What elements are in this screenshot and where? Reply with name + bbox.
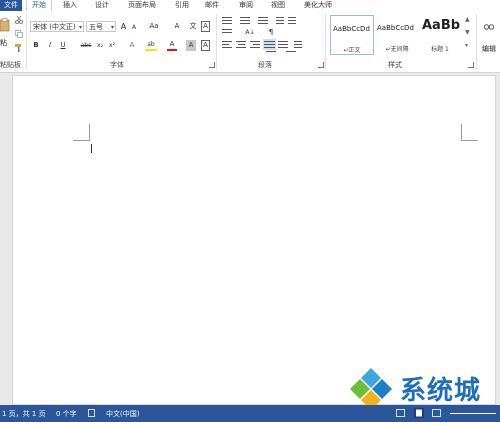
styles-group-label: 样式: [388, 61, 402, 69]
styles-dialog-launcher-icon[interactable]: [468, 62, 474, 68]
font-name-value: 宋体 (中文正): [33, 23, 76, 31]
underline-button[interactable]: U: [59, 40, 67, 51]
binoculars-icon: [484, 24, 494, 30]
style-normal[interactable]: AaBbCcDd ↵正文: [330, 15, 374, 55]
font-dialog-launcher-icon[interactable]: [209, 62, 215, 68]
watermark-text: 系统城: [400, 376, 482, 406]
justify-icon[interactable]: [263, 39, 276, 50]
sort-button[interactable]: A↓: [244, 27, 256, 38]
chevron-down-icon: ▾: [78, 24, 82, 31]
tab-view[interactable]: 视图: [266, 0, 290, 11]
tab-review[interactable]: 审阅: [234, 0, 258, 11]
phonetic-guide-button[interactable]: 文: [188, 21, 198, 32]
style-name: 标题 1: [431, 46, 449, 53]
decrease-indent-icon[interactable]: [276, 17, 284, 26]
ribbon-tab-bar: 文件 开始 插入 设计 页面布局 引用 邮件 审阅 视图 美化大师: [0, 0, 500, 11]
multilevel-list-icon[interactable]: [258, 17, 268, 26]
group-divider: [325, 14, 326, 70]
proofing-icon[interactable]: [88, 409, 96, 417]
style-heading-1[interactable]: AaBb 标题 1: [420, 15, 460, 55]
change-case-button[interactable]: Aa: [146, 21, 162, 32]
char-border-button[interactable]: A: [201, 40, 210, 51]
style-sample: AaBbCcDd: [377, 24, 414, 32]
margin-corner-mark: [73, 140, 89, 141]
align-right-icon[interactable]: [250, 41, 260, 50]
show-marks-button[interactable]: ¶: [266, 27, 276, 38]
word-count[interactable]: 0 个字: [56, 409, 77, 419]
tab-references[interactable]: 引用: [170, 0, 194, 11]
style-sample: AaBbCcDd: [333, 25, 370, 33]
margin-corner-mark: [461, 124, 462, 141]
print-layout-icon[interactable]: [414, 408, 424, 418]
style-name: ↵无间隔: [385, 46, 409, 53]
font-color-button[interactable]: A: [167, 40, 177, 51]
cut-icon[interactable]: [15, 16, 23, 24]
chevron-down-icon: ▾: [110, 24, 114, 31]
highlight-button[interactable]: ab: [145, 40, 157, 51]
format-painter-icon[interactable]: [15, 44, 23, 52]
tab-beautify[interactable]: 美化大师: [298, 0, 338, 11]
clipboard-icon: [0, 18, 10, 32]
enclose-char-button[interactable]: A: [201, 21, 210, 32]
line-spacing-icon[interactable]: [294, 41, 302, 50]
copy-icon[interactable]: [15, 30, 23, 38]
clear-format-button[interactable]: A: [172, 21, 182, 32]
group-divider: [216, 14, 217, 70]
font-size-value: 五号: [89, 23, 103, 31]
align-left-icon[interactable]: [222, 41, 232, 50]
shading-icon[interactable]: [266, 51, 276, 54]
margin-corner-mark: [89, 124, 90, 141]
tab-layout[interactable]: 页面布局: [124, 0, 160, 11]
clipboard-group-label: 粘贴板: [0, 61, 21, 69]
text-cursor: [91, 144, 92, 153]
subscript-button[interactable]: x₂: [95, 40, 105, 51]
ribbon-home: 粘 粘贴板 宋体 (中文正) ▾ 五号 ▾ A A Aa A 文 A B I U a…: [0, 11, 500, 73]
paste-label: 粘: [0, 39, 7, 47]
font-group-label: 字体: [110, 61, 124, 69]
margin-corner-mark: [462, 140, 478, 141]
styles-more-icon[interactable]: ▾: [465, 42, 471, 52]
paragraph-dialog-launcher-icon[interactable]: [318, 62, 324, 68]
group-divider: [476, 14, 477, 70]
bold-button[interactable]: B: [32, 40, 40, 51]
style-name: ↵正文: [343, 47, 361, 54]
web-layout-icon[interactable]: [432, 409, 441, 417]
grow-font-button[interactable]: A: [119, 21, 128, 32]
borders-icon[interactable]: [286, 51, 296, 54]
strikethrough-button[interactable]: abc: [79, 40, 93, 51]
tab-home[interactable]: 开始: [26, 0, 52, 11]
editing-button[interactable]: 编辑: [478, 15, 500, 55]
editing-label: 编辑: [482, 45, 496, 53]
font-size-select[interactable]: 五号 ▾: [86, 21, 116, 32]
chinese-layout-icon[interactable]: [222, 29, 232, 35]
tab-insert[interactable]: 插入: [58, 0, 82, 11]
group-divider: [26, 14, 27, 70]
tab-design[interactable]: 设计: [90, 0, 114, 11]
zoom-slider[interactable]: [450, 413, 496, 414]
status-bar: 1 页，共 1 页 0 个字 中文(中国): [0, 405, 500, 422]
tab-file[interactable]: 文件: [0, 0, 22, 11]
shrink-font-button[interactable]: A: [130, 22, 138, 33]
italic-button[interactable]: I: [46, 40, 54, 51]
paragraph-group-label: 段落: [258, 61, 272, 69]
bullets-icon[interactable]: [222, 17, 232, 26]
text-effects-button[interactable]: A: [127, 40, 137, 51]
char-shading-button[interactable]: A: [186, 40, 196, 51]
styles-scroll-down-icon[interactable]: ▼: [465, 29, 471, 39]
page-count[interactable]: 1 页，共 1 页: [2, 409, 46, 419]
paste-button[interactable]: 粘: [0, 14, 10, 54]
style-no-spacing[interactable]: AaBbCcDd ↵无间隔: [375, 15, 419, 55]
align-center-icon[interactable]: [236, 41, 246, 50]
tab-mailings[interactable]: 邮件: [200, 0, 224, 11]
language-indicator[interactable]: 中文(中国): [106, 409, 139, 419]
numbering-icon[interactable]: [240, 17, 250, 26]
superscript-button[interactable]: x²: [107, 40, 117, 51]
style-sample: AaBb: [422, 18, 460, 33]
distributed-icon[interactable]: [278, 41, 288, 50]
increase-indent-icon[interactable]: [288, 17, 296, 26]
font-name-select[interactable]: 宋体 (中文正) ▾: [30, 21, 84, 32]
document-page[interactable]: [12, 75, 496, 405]
read-mode-icon[interactable]: [396, 409, 405, 417]
styles-scroll-up-icon[interactable]: ▲: [465, 16, 471, 26]
